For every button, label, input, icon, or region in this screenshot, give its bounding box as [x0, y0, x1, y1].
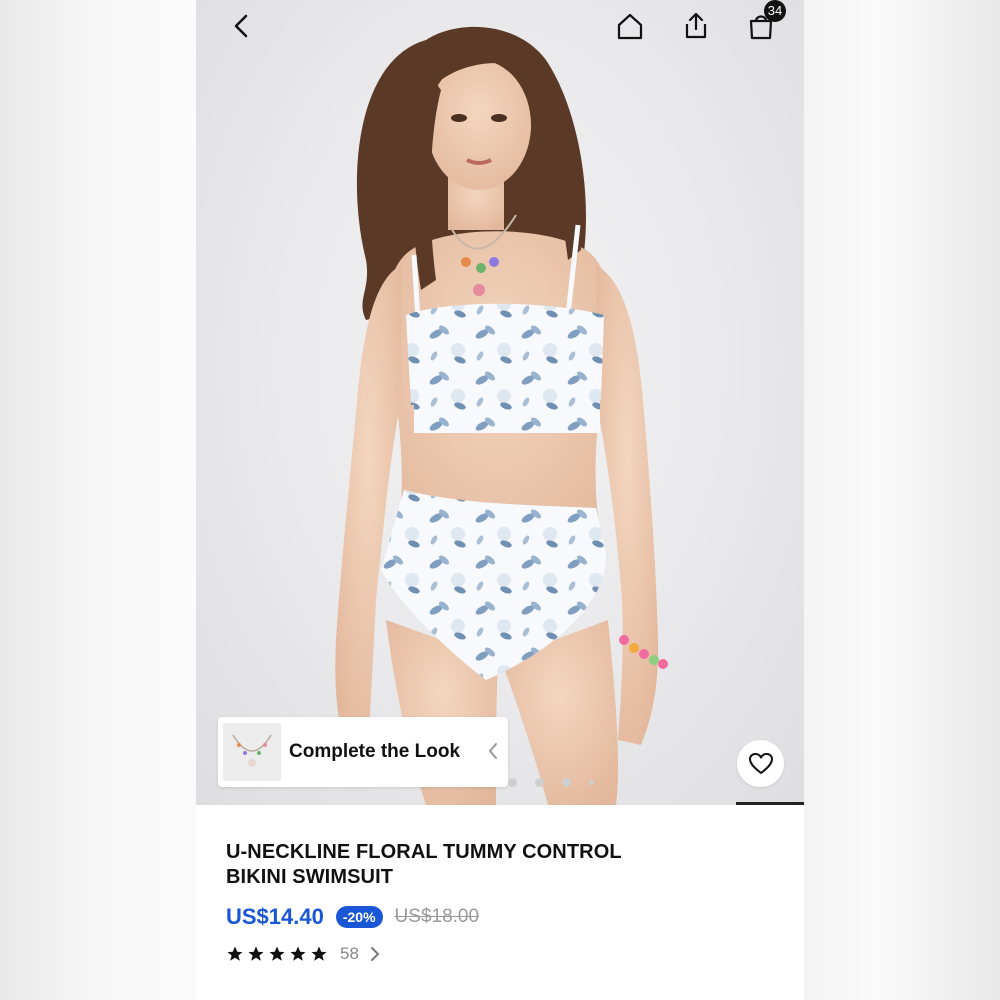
star-icon — [311, 946, 327, 961]
star-icon — [290, 946, 306, 961]
gallery-pagination — [508, 778, 594, 787]
share-icon — [685, 12, 707, 39]
sale-price: US$14.40 — [226, 904, 324, 929]
share-button[interactable] — [676, 6, 716, 46]
product-image-gallery[interactable]: 34 Complete the Look — [196, 0, 804, 805]
star-icon — [269, 946, 285, 961]
chevron-right-icon — [370, 947, 380, 961]
review-count: 58 — [340, 944, 359, 963]
home-button[interactable] — [610, 6, 650, 46]
phone-screen: 34 Complete the Look U-NECKLINE FLORAL T… — [196, 0, 804, 1000]
divider — [736, 802, 804, 805]
back-button[interactable] — [222, 6, 262, 46]
product-title-line: U-NECKLINE FLORAL TUMMY CONTROL — [226, 841, 622, 863]
chevron-left-icon — [488, 743, 497, 759]
home-icon — [617, 13, 643, 40]
product-title-line: BIKINI SWIMSUIT — [226, 866, 394, 888]
chevron-left-icon — [234, 14, 248, 38]
cart-count-badge: 34 — [764, 0, 786, 22]
product-photo — [335, 26, 668, 805]
price-row: US$14.40 -20% US$18.00 — [226, 904, 786, 930]
complete-the-look-label: Complete the Look — [289, 741, 461, 762]
necklace-icon — [232, 734, 272, 767]
rating-row[interactable]: 58 — [226, 944, 786, 964]
pagination-dot — [562, 778, 571, 787]
pagination-dot — [589, 780, 594, 785]
star-icon — [248, 946, 264, 961]
star-rating — [226, 945, 328, 963]
product-info: U-NECKLINE FLORAL TUMMY CONTROL BIKINI S… — [226, 840, 786, 964]
pagination-dot — [508, 778, 517, 787]
star-icon — [227, 946, 243, 961]
product-title: U-NECKLINE FLORAL TUMMY CONTROL BIKINI S… — [226, 840, 786, 890]
complete-the-look-card[interactable]: Complete the Look — [218, 717, 508, 787]
original-price: US$18.00 — [394, 906, 480, 927]
pagination-dot — [535, 778, 544, 787]
heart-icon — [748, 752, 773, 774]
necklace-thumbnail — [223, 723, 281, 781]
discount-badge: -20% — [335, 906, 383, 928]
wishlist-button[interactable] — [737, 740, 784, 787]
